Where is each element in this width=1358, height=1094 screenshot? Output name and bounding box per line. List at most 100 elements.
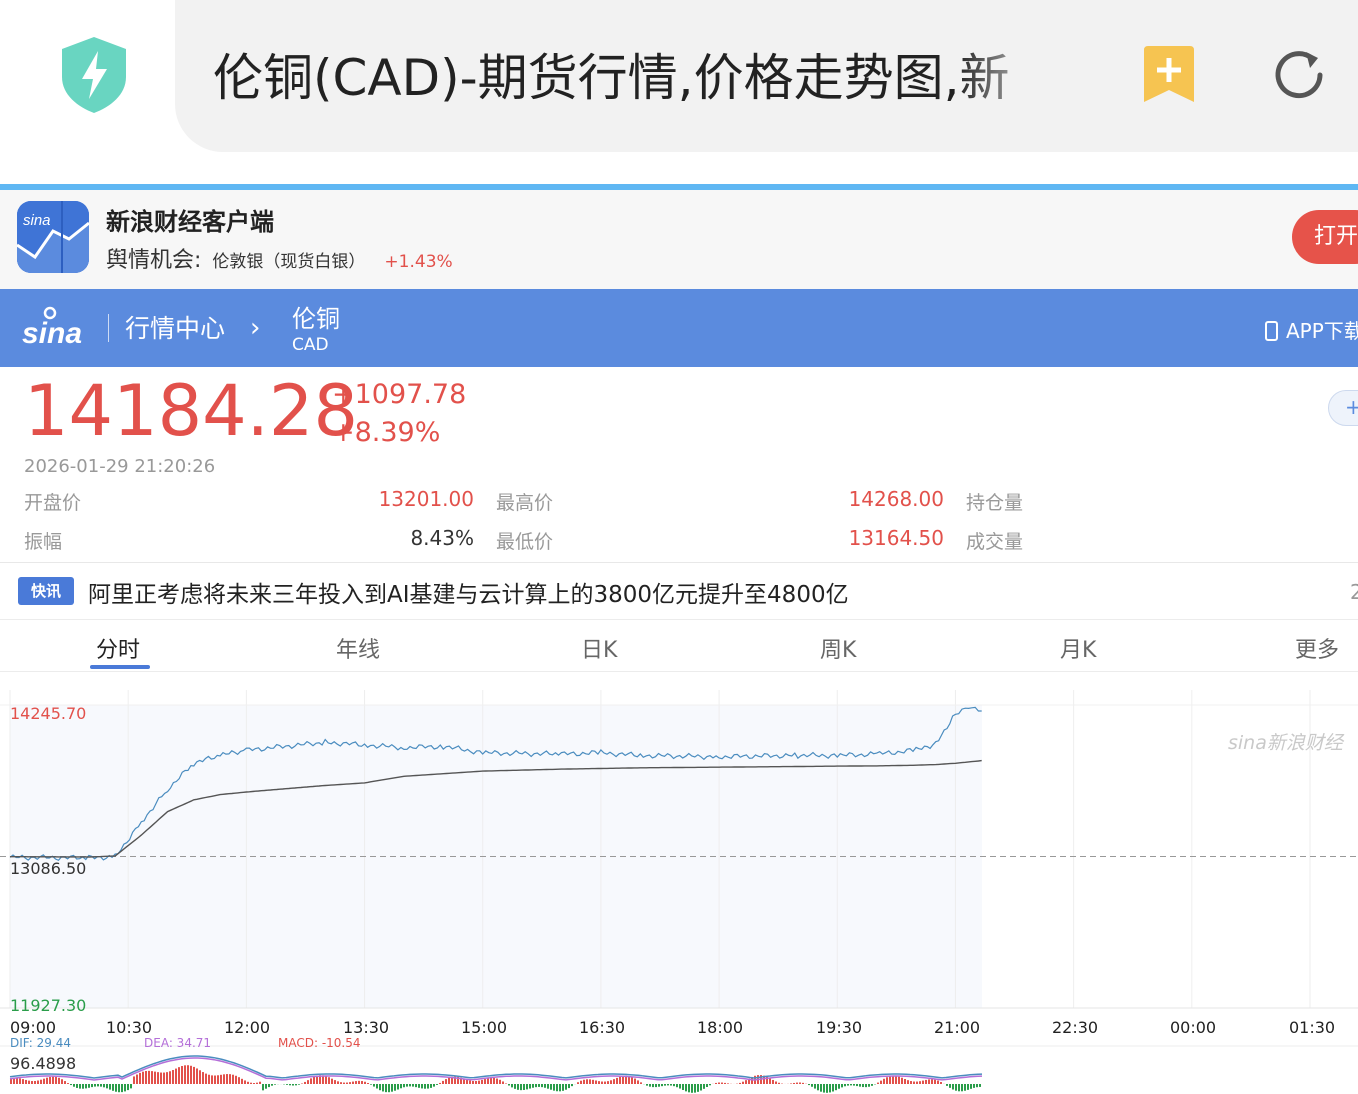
- tab-monthly-k[interactable]: 月K: [1060, 632, 1096, 664]
- macd-bar: [127, 1084, 129, 1091]
- promo-sub-key: 舆情机会:: [106, 248, 202, 273]
- macd-bar: [406, 1084, 408, 1087]
- macd-bar: [421, 1084, 423, 1089]
- divider: [0, 562, 1358, 563]
- app-download-link[interactable]: APP下载: [1265, 315, 1358, 344]
- macd-bar: [907, 1080, 909, 1084]
- tab-yearly[interactable]: 年线: [336, 632, 380, 664]
- tab-daily-k[interactable]: 日K: [581, 632, 617, 664]
- macd-bar: [148, 1070, 150, 1084]
- market-center-link[interactable]: 行情中心: [125, 309, 225, 345]
- promo-sub-name: 伦敦银（现货白银）: [212, 252, 366, 272]
- macd-bar: [310, 1078, 312, 1084]
- divider: [0, 619, 1358, 620]
- macd-bar: [562, 1084, 564, 1091]
- macd-bar: [715, 1082, 717, 1084]
- macd-bar: [916, 1081, 918, 1084]
- macd-bar: [964, 1084, 966, 1091]
- macd-bar: [859, 1084, 861, 1087]
- macd-axis-label: 96.4898: [10, 1054, 77, 1073]
- macd-bar: [658, 1084, 660, 1087]
- macd-bar: [52, 1076, 54, 1084]
- macd-bar: [469, 1080, 471, 1084]
- macd-bar: [592, 1079, 594, 1084]
- macd-bar: [946, 1084, 948, 1086]
- change-value: +1097.78: [332, 379, 467, 410]
- macd-bar: [601, 1081, 603, 1084]
- macd-bar: [130, 1084, 132, 1089]
- y-axis-mid-label: 13086.50: [10, 859, 87, 878]
- macd-bar: [679, 1084, 681, 1089]
- instrument-name: 伦铜: [292, 305, 340, 333]
- active-tab-indicator: [90, 665, 150, 669]
- promo-sub-change: +1.43%: [384, 252, 453, 272]
- macd-bar: [121, 1084, 123, 1093]
- open-app-button[interactable]: 打开: [1292, 210, 1358, 264]
- tab-more[interactable]: 更多: [1295, 632, 1339, 664]
- macd-bar: [211, 1075, 213, 1084]
- macd-bar: [40, 1079, 42, 1084]
- tab-intraday[interactable]: 分时: [96, 632, 140, 664]
- open-price-value: 13201.00: [378, 487, 474, 511]
- security-shield-icon[interactable]: [58, 35, 130, 115]
- flash-news-counter: 2: [1350, 580, 1358, 604]
- macd-bar: [706, 1084, 708, 1087]
- sina-logo-icon[interactable]: sina: [22, 303, 90, 351]
- macd-bar: [247, 1081, 249, 1084]
- add-watchlist-button[interactable]: +: [1328, 390, 1358, 426]
- reload-icon[interactable]: [1270, 46, 1328, 104]
- flash-news-headline[interactable]: 阿里正考虑将未来三年投入到AI基建与云计算上的3800亿元提升至4800亿: [88, 575, 849, 609]
- macd-bar: [262, 1084, 264, 1091]
- macd-bar: [673, 1084, 675, 1087]
- amplitude-label: 振幅: [24, 531, 63, 553]
- macd-bar: [499, 1079, 501, 1084]
- macd-bar: [547, 1084, 549, 1089]
- macd-bar: [895, 1075, 897, 1084]
- macd-bar: [790, 1083, 792, 1084]
- macd-bar: [970, 1084, 972, 1089]
- macd-bar: [430, 1084, 432, 1088]
- macd-dea-label: DEA: 34.71: [144, 1036, 212, 1050]
- open-interest-label: 持仓量: [966, 492, 1024, 514]
- macd-bar: [292, 1084, 294, 1086]
- macd-bar: [250, 1082, 252, 1084]
- macd-bar: [682, 1084, 684, 1091]
- tab-weekly-k[interactable]: 周K: [820, 632, 856, 664]
- macd-bar: [541, 1084, 543, 1088]
- macd-bar: [208, 1074, 210, 1084]
- macd-bar: [835, 1084, 837, 1091]
- macd-bar: [502, 1081, 504, 1084]
- macd-bar: [109, 1084, 111, 1090]
- macd-bar: [64, 1081, 66, 1084]
- macd-bar: [142, 1071, 144, 1084]
- macd-bar: [295, 1084, 297, 1086]
- macd-bar: [595, 1080, 597, 1084]
- macd-bar: [133, 1076, 135, 1084]
- macd-bar: [28, 1080, 30, 1084]
- volume-label: 成交量: [966, 531, 1024, 553]
- intraday-chart[interactable]: [0, 690, 1358, 1094]
- macd-bar: [61, 1079, 63, 1084]
- macd-bar: [532, 1084, 534, 1088]
- macd-bar: [79, 1084, 81, 1089]
- macd-bar: [718, 1082, 720, 1084]
- browser-address-bar: 伦铜(CAD)-期货行情,价格走势图,新: [0, 0, 1358, 190]
- macd-bar: [70, 1084, 72, 1086]
- macd-bar: [94, 1084, 96, 1087]
- macd-bar: [880, 1080, 882, 1084]
- bookmark-add-icon[interactable]: [1142, 44, 1196, 104]
- macd-bar: [76, 1084, 78, 1088]
- macd-bar: [487, 1078, 489, 1084]
- page-title[interactable]: 伦铜(CAD)-期货行情,价格走势图,新: [213, 38, 1058, 118]
- macd-bar: [22, 1079, 24, 1084]
- promo-logo-text: sina: [23, 212, 51, 229]
- macd-bar: [43, 1078, 45, 1084]
- macd-bar: [244, 1080, 246, 1084]
- macd-bar: [976, 1084, 978, 1088]
- macd-bar: [25, 1079, 27, 1084]
- macd-bar: [583, 1079, 585, 1084]
- macd-bar: [184, 1065, 186, 1084]
- macd-bar: [49, 1076, 51, 1084]
- macd-bar: [550, 1084, 552, 1090]
- macd-bar: [37, 1080, 39, 1084]
